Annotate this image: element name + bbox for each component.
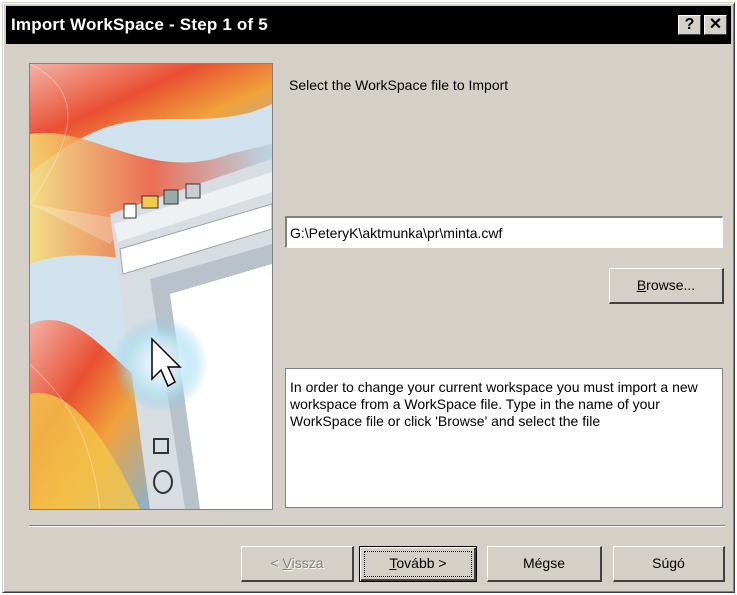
import-workspace-dialog: Import WorkSpace - Step 1 of 5 ? ✕ Selec… <box>2 2 735 593</box>
help-button[interactable]: Súgó <box>613 546 725 582</box>
cancel-button[interactable]: Mégse <box>487 546 602 582</box>
browse-mnemonic: B <box>636 277 647 293</box>
window-title: Import WorkSpace - Step 1 of 5 <box>11 15 268 34</box>
separator <box>29 525 725 527</box>
focus-rectangle <box>364 551 472 577</box>
back-prefix: < <box>270 555 283 571</box>
next-button[interactable]: Tovább > <box>359 546 477 582</box>
instruction-text: Select the WorkSpace file to Import <box>289 77 509 93</box>
browse-label: rowse... <box>646 277 696 293</box>
question-icon[interactable]: ? <box>678 15 701 35</box>
wizard-graphic <box>29 63 273 510</box>
description-box: In order to change your current workspac… <box>285 368 723 508</box>
back-label: issza <box>291 555 324 571</box>
back-mnemonic: V <box>282 555 292 571</box>
back-button[interactable]: < Vissza <box>241 546 354 582</box>
browse-button[interactable]: Browse... <box>609 268 724 304</box>
close-icon[interactable]: ✕ <box>704 15 727 35</box>
file-path-input[interactable] <box>285 216 723 248</box>
title-bar[interactable]: Import WorkSpace - Step 1 of 5 ? ✕ <box>6 6 731 44</box>
